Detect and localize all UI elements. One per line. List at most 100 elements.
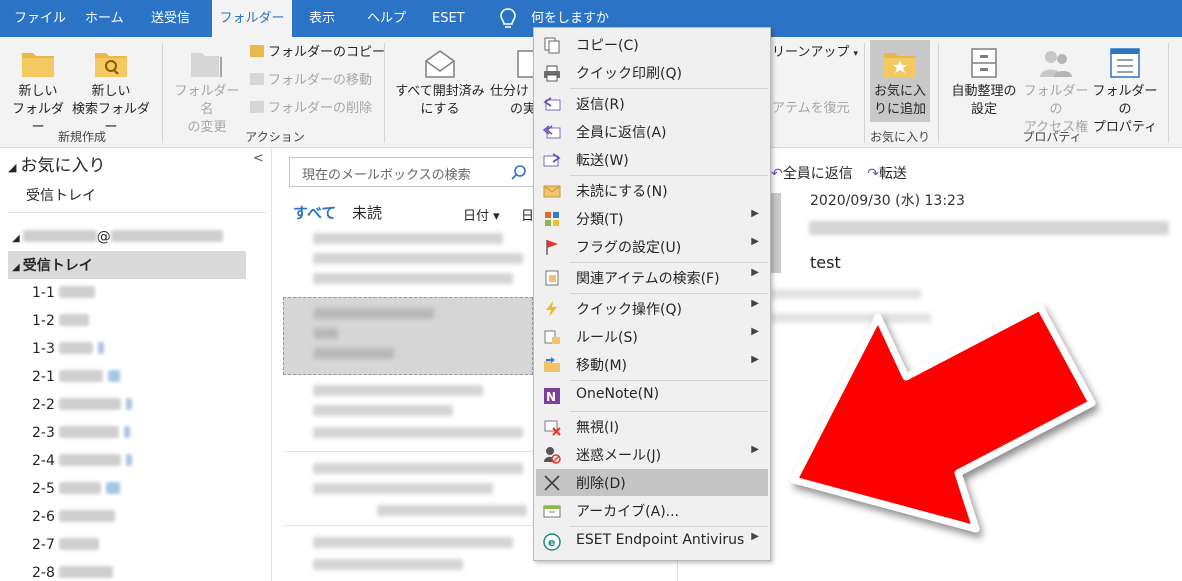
group-label-properties: プロパティ	[1022, 130, 1082, 144]
subfolder-2-3[interactable]: 2-3	[32, 425, 130, 441]
menu-item-onenote[interactable]: N OneNote(N)	[536, 382, 768, 409]
subfolder-2-7[interactable]: 2-7	[32, 537, 100, 553]
menu-item-quick-steps[interactable]: クイック操作(Q) ▶	[536, 295, 768, 322]
expand-triangle-icon: ◢	[12, 233, 20, 244]
message-date: 2020/09/30 (水) 13:23	[810, 193, 965, 209]
subfolder-2-6[interactable]: 2-6	[32, 509, 116, 525]
submenu-arrow-icon: ▶	[751, 267, 759, 278]
delete-folder-button[interactable]: フォルダーの削除	[250, 100, 372, 118]
restore-items-button[interactable]: アテムを復元	[772, 100, 850, 118]
tab-view[interactable]: 表示	[309, 0, 335, 37]
copy-icon	[544, 37, 560, 54]
cleanup-button[interactable]: リーンアップ ▾	[772, 44, 858, 63]
submenu-arrow-icon: ▶	[751, 236, 759, 247]
junk-icon	[544, 447, 561, 464]
copy-folder-button[interactable]: フォルダーのコピー	[250, 44, 385, 62]
subfolder-1-1[interactable]: 1-1	[32, 285, 96, 301]
search-folder-icon	[95, 53, 127, 77]
reply-all-button[interactable]: ↶全員に返信	[771, 166, 853, 182]
reply-all-icon	[543, 125, 561, 139]
inbox-folder[interactable]: ◢ 受信トレイ	[12, 255, 93, 275]
tab-folder[interactable]: フォルダー	[212, 0, 292, 37]
submenu-arrow-icon: ▶	[751, 444, 759, 455]
favorites-header[interactable]: ◢ お気に入り	[8, 151, 105, 176]
filter-all[interactable]: すべて	[293, 202, 336, 223]
tab-send-receive[interactable]: 送受信	[151, 0, 190, 37]
move-icon	[544, 357, 560, 372]
menu-item-delete[interactable]: 削除(D)	[536, 469, 768, 496]
subfolder-2-5[interactable]: 2-5	[32, 481, 120, 497]
folder-properties-button[interactable]: フォルダーの プロパティ	[1090, 47, 1160, 137]
menu-item-ignore[interactable]: 無視(I)	[536, 413, 768, 440]
find-related-icon	[545, 270, 559, 286]
mailbox-search-input[interactable]: 現在のメールボックスの検索	[289, 157, 535, 187]
new-folder-button[interactable]: 新しい フォルダー	[10, 47, 66, 137]
menu-item-junk[interactable]: 迷惑メール(J) ▶	[536, 441, 768, 468]
folder-pane: ◢ お気に入り < 受信トレイ ◢ @ ◢ 受信トレイ 1-1 1-2 1-3 2-1…	[0, 149, 272, 581]
subfolder-2-4[interactable]: 2-4	[32, 453, 132, 469]
menu-item-rules[interactable]: ルール(S) ▶	[536, 323, 768, 350]
auto-archive-settings-button[interactable]: 自動整理の 設定	[944, 47, 1024, 119]
reply-icon	[543, 97, 561, 111]
menu-item-categorize[interactable]: 分類(T) ▶	[536, 205, 768, 232]
message-item[interactable]	[285, 535, 535, 581]
message-body: test	[810, 253, 841, 272]
message-item[interactable]	[285, 231, 535, 291]
menu-item-mark-unread[interactable]: 未読にする(N)	[536, 177, 768, 204]
menu-item-reply[interactable]: 返信(R)	[536, 90, 768, 117]
tab-eset[interactable]: ESET	[432, 0, 465, 37]
forward-button[interactable]: ↷転送	[867, 166, 907, 182]
delete-icon	[544, 475, 560, 491]
message-item-selected[interactable]	[283, 297, 533, 375]
menu-item-copy[interactable]: コピー(C)	[536, 31, 768, 58]
move-folder-icon	[250, 73, 264, 85]
new-search-folder-button[interactable]: 新しい 検索フォルダー	[68, 47, 154, 137]
redacted-subject	[809, 221, 1169, 235]
open-envelope-icon	[425, 50, 455, 78]
delete-folder-icon	[250, 101, 264, 113]
menu-item-flag[interactable]: フラグの設定(U) ▶	[536, 233, 768, 260]
search-icon[interactable]	[510, 164, 528, 182]
menu-item-move[interactable]: 移動(M) ▶	[536, 351, 768, 378]
outlook-window: ファイル ホーム 送受信 フォルダー 表示 ヘルプ ESET 何をしますか 新し…	[0, 0, 1182, 581]
submenu-arrow-icon: ▶	[751, 326, 759, 337]
context-menu: コピー(C) クイック印刷(Q) 返信(R) 全員に返信(A) 転送(W) 未読…	[533, 27, 771, 561]
menu-item-reply-all[interactable]: 全員に返信(A)	[536, 118, 768, 145]
dropdown-arrow-icon: ▾	[853, 49, 859, 59]
tab-home[interactable]: ホーム	[85, 0, 124, 37]
favorite-inbox[interactable]: 受信トレイ	[26, 185, 96, 205]
archive-cabinet-icon	[971, 48, 997, 78]
folder-permissions-button[interactable]: フォルダーの アクセス権	[1020, 47, 1092, 137]
account-header[interactable]: ◢ @	[12, 229, 223, 245]
svg-text:N: N	[546, 390, 556, 404]
menu-item-eset[interactable]: e ESET Endpoint Antivirus ▶	[536, 528, 768, 555]
lightbulb-icon	[500, 8, 516, 28]
filter-unread[interactable]: 未読	[352, 202, 382, 223]
group-label-actions: アクション	[245, 130, 305, 144]
tab-help[interactable]: ヘルプ	[367, 0, 406, 37]
move-folder-button[interactable]: フォルダーの移動	[250, 72, 372, 90]
subfolder-2-1[interactable]: 2-1	[32, 369, 120, 385]
message-item[interactable]	[285, 383, 535, 443]
redacted-account-domain	[110, 230, 223, 242]
ribbon-separator	[864, 43, 865, 143]
subfolder-2-2[interactable]: 2-2	[32, 397, 132, 413]
rename-folder-button[interactable]: フォルダー名 の変更	[170, 47, 244, 137]
menu-item-forward[interactable]: 転送(W)	[536, 146, 768, 173]
add-to-favorites-button[interactable]: お気に入 りに追加	[870, 40, 930, 122]
run-rules-button[interactable]: 仕分け の実	[490, 47, 541, 119]
subfolder-1-3[interactable]: 1-3	[32, 341, 104, 357]
ribbon-separator	[384, 43, 385, 143]
mark-all-read-button[interactable]: すべて開封済み にする	[392, 47, 488, 119]
subfolder-2-8[interactable]: 2-8	[32, 565, 114, 581]
subfolder-1-2[interactable]: 1-2	[32, 313, 90, 329]
favorite-folder-icon	[884, 53, 916, 77]
menu-item-archive[interactable]: アーカイブ(A)...	[536, 497, 768, 524]
menu-item-quick-print[interactable]: クイック印刷(Q)	[536, 59, 768, 86]
sort-by-date[interactable]: 日付 ▾	[463, 205, 500, 224]
message-item[interactable]	[285, 461, 535, 521]
tab-file[interactable]: ファイル	[14, 0, 66, 37]
flag-icon	[546, 240, 558, 255]
menu-item-find-related[interactable]: 関連アイテムの検索(F) ▶	[536, 264, 768, 291]
collapse-pane-icon[interactable]: <	[253, 151, 264, 166]
